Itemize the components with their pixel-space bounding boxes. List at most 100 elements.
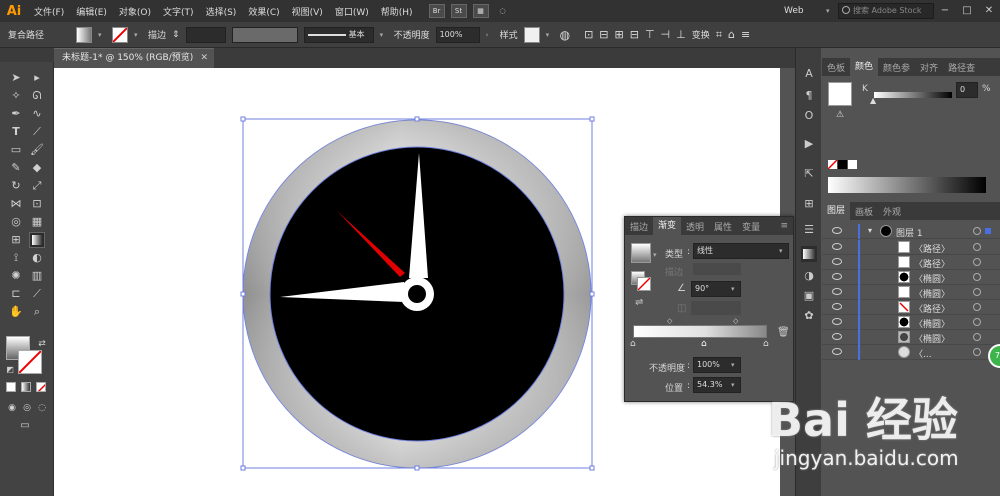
- align-center-icon[interactable]: ⊞: [615, 28, 624, 41]
- graphic-styles-icon[interactable]: ▣: [801, 288, 817, 304]
- links-icon[interactable]: ⊞: [801, 196, 817, 212]
- none-mode-button[interactable]: [36, 382, 46, 392]
- chevron-down-icon[interactable]: ▾: [98, 31, 106, 39]
- cc-libraries-icon[interactable]: ☰: [801, 222, 817, 238]
- chevron-down-icon[interactable]: ▾: [546, 31, 554, 39]
- menu-edit[interactable]: 编辑(E): [70, 5, 113, 18]
- isolate-icon[interactable]: ⌗: [716, 28, 722, 42]
- stock-button[interactable]: St: [450, 4, 467, 18]
- swap-colors-icon[interactable]: ⇄: [34, 336, 50, 352]
- perspective-grid-tool-icon[interactable]: ▦: [29, 214, 45, 230]
- opentype-icon[interactable]: O: [801, 108, 817, 124]
- rectangle-tool-icon[interactable]: ▭: [8, 142, 24, 158]
- layer-item-name[interactable]: 〈...: [914, 347, 932, 360]
- menu-select[interactable]: 选择(S): [200, 5, 243, 18]
- color-mode-button[interactable]: [6, 382, 16, 392]
- stroke-none-swatch[interactable]: [637, 277, 651, 291]
- scale-tool-icon[interactable]: ⤢: [29, 178, 45, 194]
- eye-icon[interactable]: [832, 243, 842, 250]
- stroke-stepper-icon[interactable]: ⇕: [172, 30, 180, 40]
- layer-row[interactable]: 〈...: [822, 345, 1000, 360]
- chevron-down-icon[interactable]: ▾: [731, 361, 735, 369]
- tab-gradient[interactable]: 渐变: [653, 217, 682, 235]
- document-tab[interactable]: 未标题-1* @ 150% (RGB/预览) ✕: [54, 48, 214, 68]
- stock-search-input[interactable]: 搜索 Adobe Stock: [838, 3, 934, 19]
- chevron-down-icon[interactable]: ▾: [779, 247, 783, 255]
- minimize-icon[interactable]: −: [934, 1, 956, 21]
- target-icon[interactable]: [973, 333, 981, 341]
- shaper-tool-icon[interactable]: ✎: [8, 160, 24, 176]
- layer-item-name[interactable]: 〈椭圆〉: [914, 287, 950, 300]
- slider-thumb-icon[interactable]: ▲: [870, 96, 876, 105]
- target-icon[interactable]: [973, 258, 981, 266]
- rotate-tool-icon[interactable]: ↻: [8, 178, 24, 194]
- eye-icon[interactable]: [832, 258, 842, 265]
- selection-tool-icon[interactable]: ➤: [8, 70, 24, 86]
- target-icon[interactable]: [973, 303, 981, 311]
- character-icon[interactable]: A: [801, 66, 817, 82]
- eye-icon[interactable]: [832, 333, 842, 340]
- slice-tool-icon[interactable]: ⟋: [29, 286, 45, 302]
- black-swatch[interactable]: [838, 160, 847, 169]
- fill-swatch[interactable]: [76, 26, 92, 43]
- magic-wand-icon[interactable]: ✧: [8, 88, 24, 104]
- transform-button[interactable]: 变换: [692, 28, 710, 41]
- menu-object[interactable]: 对象(O): [113, 5, 157, 18]
- gradient-preview-swatch[interactable]: [631, 243, 651, 263]
- layer-row[interactable]: 〈椭圆〉: [822, 270, 1000, 285]
- eraser-tool-icon[interactable]: ◆: [29, 160, 45, 176]
- layer-item-name[interactable]: 〈路径〉: [914, 302, 950, 315]
- gpu-icon[interactable]: ◌: [495, 4, 511, 18]
- direct-selection-tool-icon[interactable]: ▸: [29, 70, 45, 86]
- symbols-icon[interactable]: ✿: [801, 308, 817, 324]
- tab-artboards[interactable]: 画板: [850, 205, 878, 218]
- target-icon[interactable]: [973, 348, 981, 356]
- tab-variables[interactable]: 变量: [737, 220, 765, 233]
- white-swatch[interactable]: [848, 160, 857, 169]
- arrange-icon[interactable]: ▦: [472, 4, 489, 18]
- tab-layers[interactable]: 图层: [822, 202, 851, 220]
- layer-item-name[interactable]: 〈椭圆〉: [914, 317, 950, 330]
- layer-row[interactable]: 〈椭圆〉: [822, 315, 1000, 330]
- appearance-icon[interactable]: ◑: [801, 268, 817, 284]
- menu-file[interactable]: 文件(F): [28, 5, 70, 18]
- menu-type[interactable]: 文字(T): [157, 5, 200, 18]
- gradient-tool-icon[interactable]: [29, 232, 45, 248]
- draw-normal-icon[interactable]: ◉: [4, 400, 20, 416]
- align-right-icon[interactable]: ⊟: [630, 28, 639, 41]
- tab-pathfinder[interactable]: 路径查: [943, 61, 980, 74]
- chevron-down-icon[interactable]: ▾: [380, 31, 388, 39]
- panel-menu-icon[interactable]: ≡: [741, 28, 750, 41]
- color-preview-swatch[interactable]: [828, 82, 852, 106]
- artboard-tool-icon[interactable]: ⊏: [8, 286, 24, 302]
- free-transform-tool-icon[interactable]: ⊡: [29, 196, 45, 212]
- tab-appearance[interactable]: 外观: [878, 205, 906, 218]
- chevron-down-icon[interactable]: ▾: [653, 251, 657, 259]
- variable-width-field[interactable]: [231, 26, 298, 43]
- actions-play-icon[interactable]: ▶: [801, 136, 817, 152]
- target-icon[interactable]: [973, 227, 981, 235]
- eyedropper-tool-icon[interactable]: ⟟: [8, 250, 24, 266]
- bridge-button[interactable]: Br: [428, 4, 445, 18]
- align-bottom-icon[interactable]: ⊥: [676, 28, 686, 41]
- hand-tool-icon[interactable]: ✋: [8, 304, 24, 320]
- select-similar-icon[interactable]: ⌂: [728, 28, 735, 41]
- zoom-tool-icon[interactable]: ⌕: [29, 304, 45, 320]
- tab-attributes[interactable]: 属性: [709, 220, 737, 233]
- k-value-field[interactable]: 0: [956, 82, 978, 98]
- layer-item-name[interactable]: 〈椭圆〉: [914, 272, 950, 285]
- line-tool-icon[interactable]: ⟋: [29, 124, 45, 140]
- blend-tool-icon[interactable]: ◐: [29, 250, 45, 266]
- layer-name[interactable]: 图层 1: [896, 226, 923, 239]
- layer-row[interactable]: 〈路径〉: [822, 255, 1000, 270]
- close-tab-icon[interactable]: ✕: [200, 49, 208, 67]
- stroke-profile-field[interactable]: 基本: [303, 26, 374, 43]
- eye-icon[interactable]: [832, 288, 842, 295]
- tab-color[interactable]: 颜色: [850, 58, 879, 76]
- type-tool-icon[interactable]: T: [8, 124, 24, 140]
- none-swatch[interactable]: [828, 160, 837, 169]
- tab-color-guide[interactable]: 颜色参: [878, 61, 915, 74]
- paragraph-icon[interactable]: ¶: [801, 88, 817, 104]
- target-icon[interactable]: [973, 243, 981, 251]
- stroke-width-field[interactable]: [185, 26, 226, 43]
